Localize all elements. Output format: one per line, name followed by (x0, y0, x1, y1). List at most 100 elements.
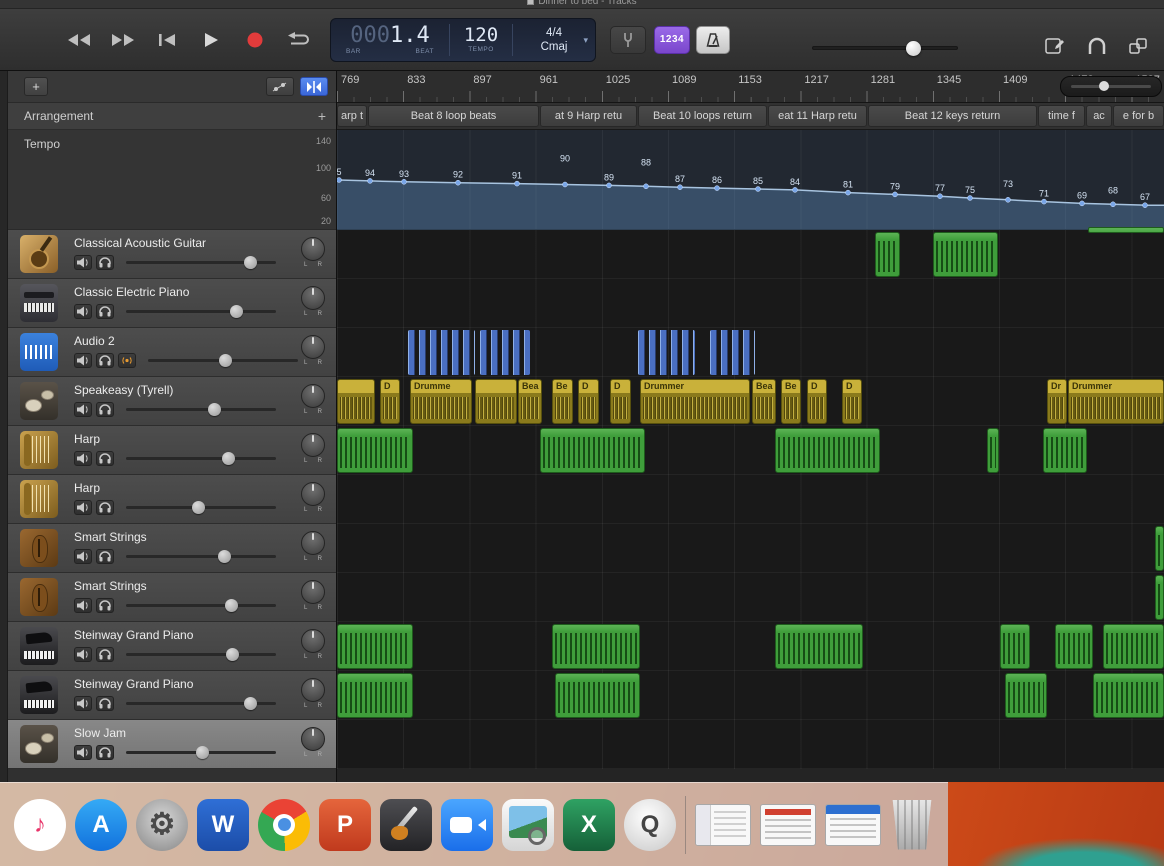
mute-button[interactable] (74, 549, 92, 564)
midi-region[interactable] (1155, 575, 1164, 620)
audio-region[interactable] (408, 330, 475, 375)
solo-button[interactable] (96, 353, 114, 368)
drummer-region[interactable]: Drumme (410, 379, 472, 424)
midi-region[interactable] (552, 624, 640, 669)
drummer-region[interactable]: Be (552, 379, 573, 424)
volume-slider[interactable] (126, 451, 276, 466)
track-header-smart-strings-8[interactable]: Smart StringsLR (8, 573, 336, 622)
volume-knob[interactable] (226, 648, 239, 661)
pan-knob[interactable] (301, 531, 325, 555)
zoom-dock-icon[interactable] (441, 799, 493, 851)
lcd-display[interactable]: 0001.4 BARBEAT 120 TEMPO 4/4 Cmaj ▾ (330, 18, 596, 62)
arrangement-marker[interactable]: Beat 8 loop beats (368, 105, 539, 127)
volume-knob[interactable] (219, 354, 232, 367)
pan-control[interactable]: LR (300, 335, 326, 371)
volume-knob[interactable] (225, 599, 238, 612)
solo-button[interactable] (96, 647, 114, 662)
pan-control[interactable]: LR (300, 433, 326, 469)
master-volume-knob[interactable] (906, 41, 921, 56)
audio-region[interactable] (480, 330, 530, 375)
mute-button[interactable] (74, 353, 92, 368)
mute-button[interactable] (74, 598, 92, 613)
midi-region[interactable] (1103, 624, 1164, 669)
drummer-region[interactable]: Drummer (640, 379, 750, 424)
volume-slider[interactable] (126, 647, 276, 662)
bar-ruler[interactable]: 7698338979611025108911531217128113451409… (337, 71, 1164, 103)
arrangement-marker[interactable]: arp t (337, 105, 367, 127)
solo-button[interactable] (96, 696, 114, 711)
midi-region[interactable] (1055, 624, 1093, 669)
mute-button[interactable] (74, 402, 92, 417)
track-lane[interactable] (337, 573, 1164, 622)
mute-button[interactable] (74, 647, 92, 662)
drummer-region[interactable]: D (842, 379, 862, 424)
midi-region[interactable] (1155, 526, 1164, 571)
pan-control[interactable]: LR (300, 286, 326, 322)
volume-slider[interactable] (126, 696, 276, 711)
midi-region[interactable] (337, 624, 413, 669)
volume-knob[interactable] (192, 501, 205, 514)
solo-button[interactable] (96, 745, 114, 760)
volume-slider[interactable] (126, 598, 276, 613)
solo-button[interactable] (96, 500, 114, 515)
pan-control[interactable]: LR (300, 727, 326, 763)
quicktime-dock-icon[interactable]: Q (624, 799, 676, 851)
notepad-button[interactable] (1040, 33, 1070, 59)
volume-slider[interactable] (148, 353, 298, 368)
word-dock-icon[interactable]: W (197, 799, 249, 851)
music-dock-icon[interactable]: ♪ (14, 799, 66, 851)
input-monitor-button[interactable] (118, 353, 136, 368)
pan-control[interactable]: LR (300, 237, 326, 273)
track-lane[interactable] (337, 426, 1164, 475)
track-lane[interactable] (337, 622, 1164, 671)
trash-dock-icon[interactable] (890, 800, 934, 850)
volume-slider[interactable] (126, 549, 276, 564)
solo-button[interactable] (96, 402, 114, 417)
pan-knob[interactable] (301, 580, 325, 604)
arrangement-marker[interactable]: at 9 Harp retu (540, 105, 637, 127)
drummer-region[interactable] (475, 379, 517, 424)
track-header-speakeasy-tyrell-4[interactable]: Speakeasy (Tyrell)LR (8, 377, 336, 426)
pan-knob[interactable] (301, 678, 325, 702)
music-window-thumbnail[interactable] (695, 804, 751, 846)
drummer-region[interactable]: D (380, 379, 400, 424)
drummer-region[interactable]: Bea (518, 379, 542, 424)
volume-slider[interactable] (126, 304, 276, 319)
lcd-tempo[interactable]: 120 TEMPO (450, 19, 512, 61)
track-lane[interactable] (337, 720, 1164, 769)
volume-knob[interactable] (244, 697, 257, 710)
midi-region[interactable] (1043, 428, 1087, 473)
chrome-dock-icon[interactable] (258, 799, 310, 851)
document-thumbnail-2[interactable] (825, 804, 881, 846)
arrangement-marker[interactable]: time f (1038, 105, 1085, 127)
clipped-region-sliver[interactable] (1088, 227, 1164, 233)
document-thumbnail-1[interactable] (760, 804, 816, 846)
pan-control[interactable]: LR (300, 580, 326, 616)
mute-button[interactable] (74, 451, 92, 466)
drummer-region[interactable] (337, 379, 375, 424)
midi-region[interactable] (987, 428, 999, 473)
midi-region[interactable] (933, 232, 998, 277)
audio-region[interactable] (710, 330, 755, 375)
pan-knob[interactable] (301, 629, 325, 653)
track-header-classic-electric-piano-2[interactable]: Classic Electric PianoLR (8, 279, 336, 328)
tuner-button[interactable] (610, 26, 646, 54)
tempo-track-header[interactable]: Tempo 1401006020 (8, 130, 336, 230)
excel-dock-icon[interactable]: X (563, 799, 615, 851)
drummer-region[interactable]: D (807, 379, 827, 424)
mute-button[interactable] (74, 745, 92, 760)
automation-button[interactable] (266, 77, 294, 96)
midi-region[interactable] (875, 232, 900, 277)
track-header-harp-5[interactable]: HarpLR (8, 426, 336, 475)
media-browser-button[interactable] (1124, 33, 1154, 59)
arrangement-marker[interactable]: Beat 10 loops return (638, 105, 767, 127)
volume-knob[interactable] (244, 256, 257, 269)
track-header-slow-jam-11[interactable]: Slow JamLR (8, 720, 336, 769)
track-header-steinway-grand-piano-10[interactable]: Steinway Grand PianoLR (8, 671, 336, 720)
pan-knob[interactable] (301, 286, 325, 310)
volume-slider[interactable] (126, 255, 276, 270)
pan-knob[interactable] (301, 433, 325, 457)
midi-region[interactable] (1000, 624, 1030, 669)
cycle-button[interactable] (280, 25, 318, 55)
count-in-button[interactable]: 1234 (654, 26, 690, 54)
